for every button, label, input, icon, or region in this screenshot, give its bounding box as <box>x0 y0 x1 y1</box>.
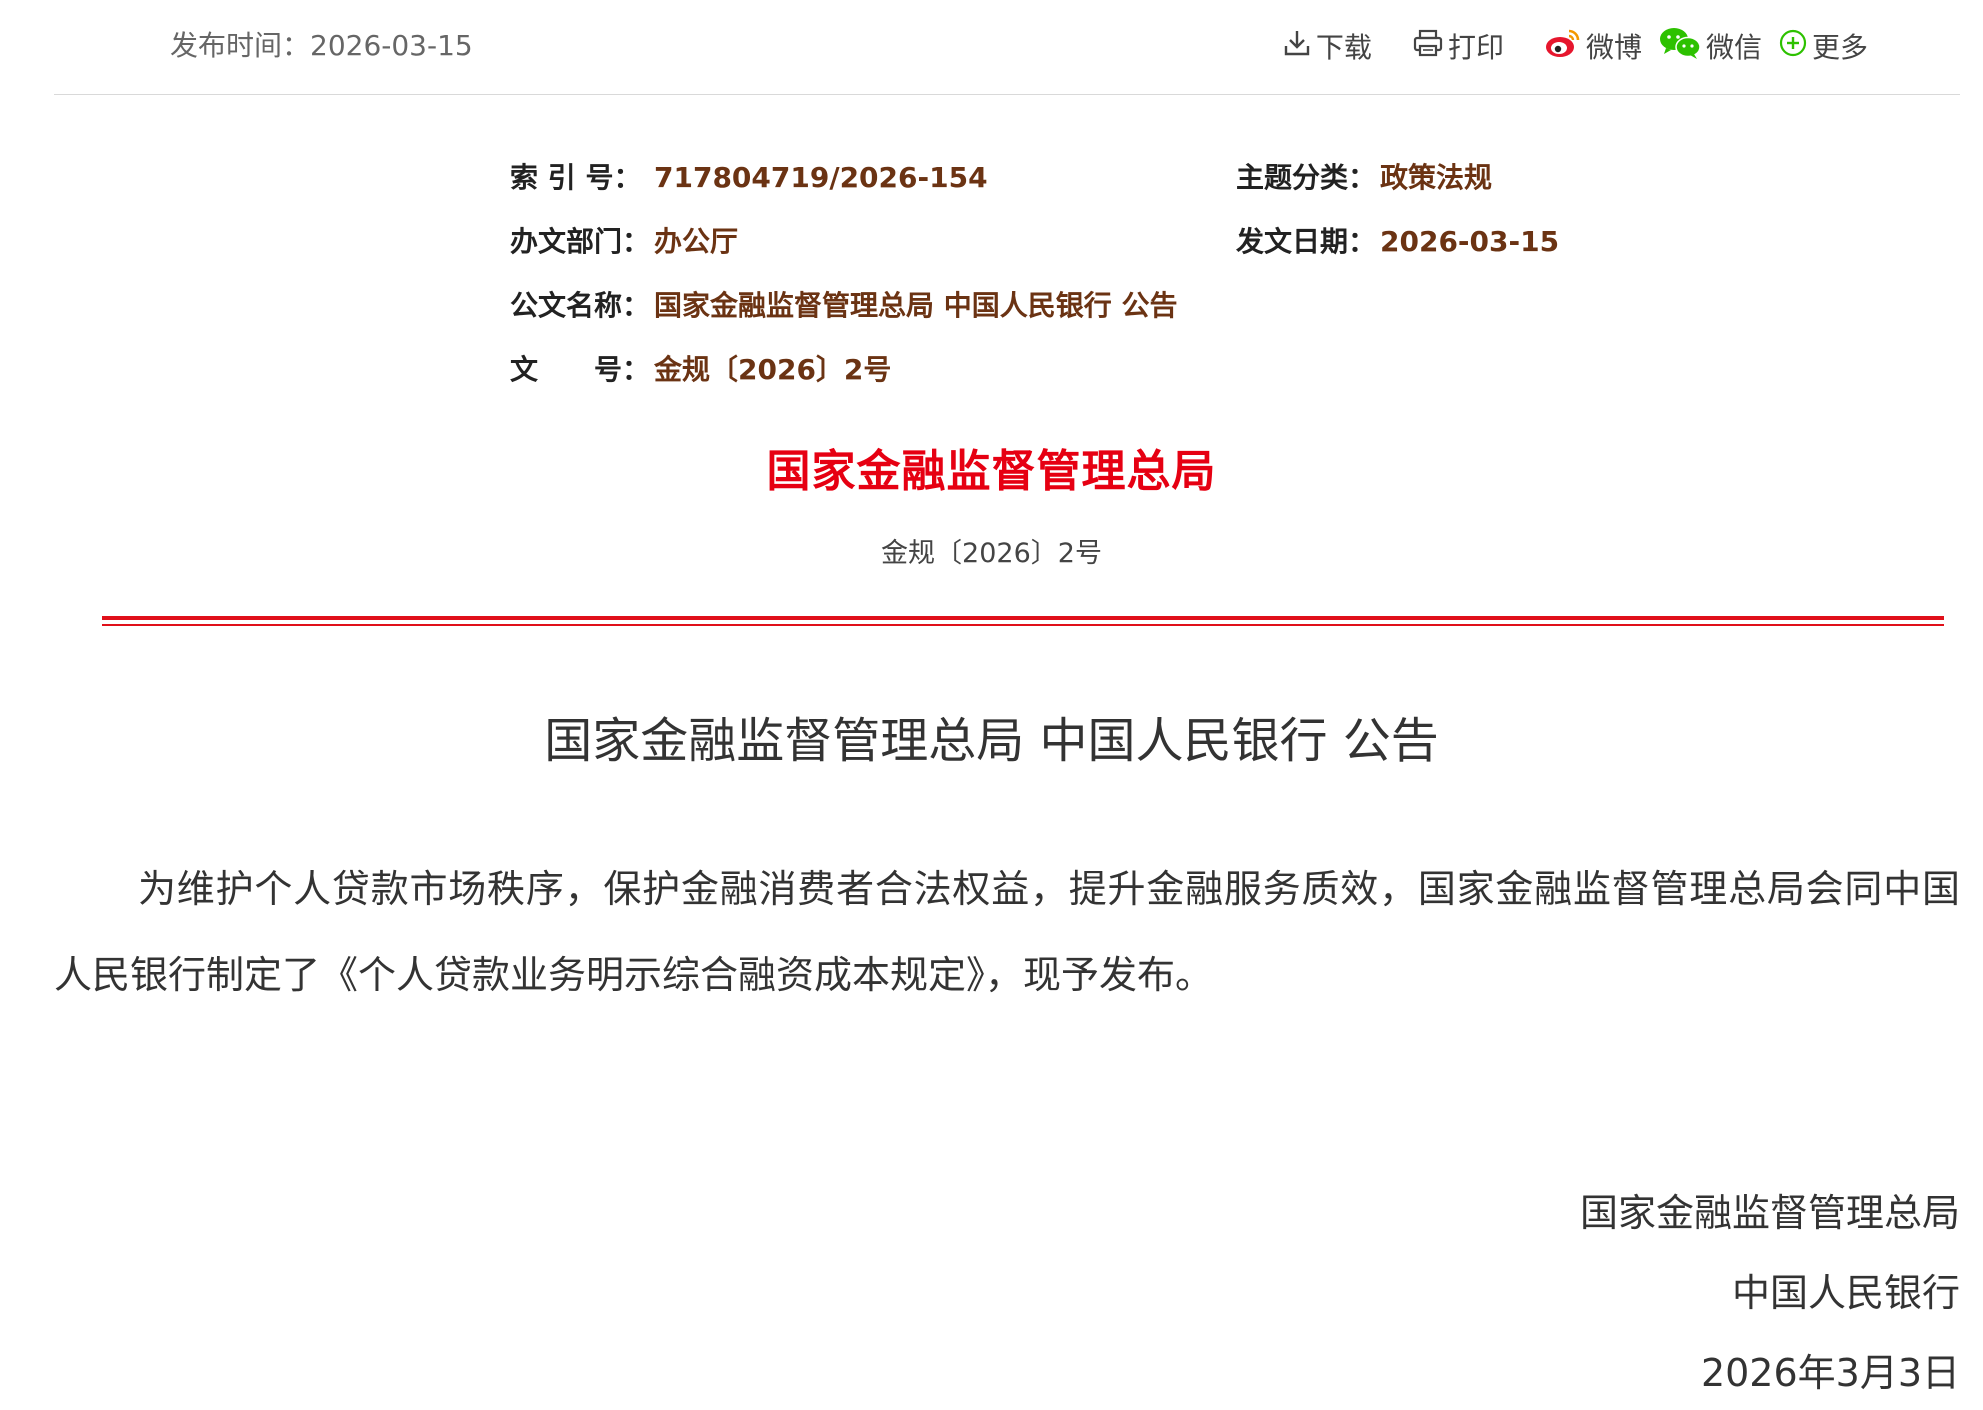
name-value: 国家金融监督管理总局 中国人民银行 公告 <box>654 289 1178 322</box>
letterhead-org: 国家金融监督管理总局 <box>766 446 1217 497</box>
document-metadata: 索 引 号： 717804719/2026-154 主题分类： 政策法规 办文部… <box>510 158 1610 414</box>
meta-row-index: 索 引 号： 717804719/2026-154 主题分类： 政策法规 <box>510 158 1610 222</box>
dept-value: 办公厅 <box>654 225 739 258</box>
name-label: 公文名称： <box>510 289 651 322</box>
document-title: 国家金融监督管理总局 中国人民银行 公告 <box>544 713 1439 769</box>
download-button[interactable]: 下载 <box>1282 26 1372 66</box>
more-label: 更多 <box>1811 31 1868 64</box>
topic-value: 政策法规 <box>1380 161 1493 194</box>
body-paragraph: 为维护个人贷款市场秩序，保护金融消费者合法权益，提升金融服务质效，国家金融监督管… <box>54 867 1960 997</box>
letterhead-divider-thin <box>102 624 1944 626</box>
top-bar: 发布时间：2026-03-15 下载 打印 微博 微信 更多 <box>54 0 1960 95</box>
date-value: 2026-03-15 <box>1380 225 1560 258</box>
wechat-icon <box>1658 26 1706 67</box>
topic-label: 主题分类： <box>1236 161 1377 194</box>
plus-circle-icon <box>1778 28 1812 65</box>
weibo-label: 微博 <box>1585 31 1642 64</box>
meta-row-name: 公文名称： 国家金融监督管理总局 中国人民银行 公告 <box>510 286 1610 350</box>
print-label: 打印 <box>1447 31 1504 64</box>
printer-icon <box>1412 28 1448 65</box>
letterhead-doc-number: 金规〔2026〕2号 <box>881 538 1102 569</box>
date-label: 发文日期： <box>1236 225 1377 258</box>
meta-row-number: 文 号： 金规〔2026〕2号 <box>510 350 1610 414</box>
letterhead-divider <box>102 616 1944 620</box>
dept-label: 办文部门： <box>510 225 651 258</box>
meta-row-dept: 办文部门： 办公厅 发文日期： 2026-03-15 <box>510 222 1610 286</box>
wechat-share-button[interactable]: 微信 <box>1658 26 1762 67</box>
number-label: 文 号： <box>510 353 651 386</box>
publish-time: 发布时间：2026-03-15 <box>170 29 473 62</box>
weibo-share-button[interactable]: 微博 <box>1544 26 1642 66</box>
signature-date: 2026年3月3日 <box>1700 1351 1960 1395</box>
number-value: 金规〔2026〕2号 <box>654 353 892 386</box>
index-label: 索 引 号： <box>510 161 642 194</box>
index-value: 717804719/2026-154 <box>654 161 988 194</box>
download-label: 下载 <box>1315 31 1372 64</box>
more-share-button[interactable]: 更多 <box>1778 26 1868 66</box>
weibo-icon <box>1544 27 1586 66</box>
download-icon <box>1282 28 1316 65</box>
signature-org-2: 中国人民银行 <box>1731 1271 1960 1315</box>
signature-org-1: 国家金融监督管理总局 <box>1579 1191 1960 1235</box>
share-toolbar: 下载 打印 微博 微信 更多 <box>1242 24 1868 68</box>
print-button[interactable]: 打印 <box>1412 26 1504 66</box>
wechat-label: 微信 <box>1705 31 1762 64</box>
